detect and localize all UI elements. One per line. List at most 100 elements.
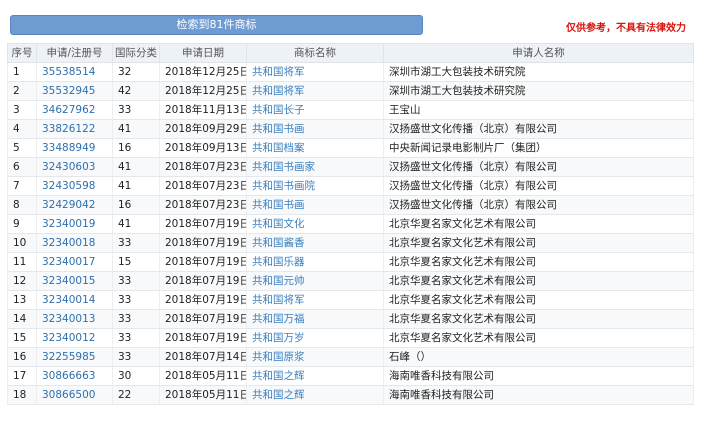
trademark-results-table: 序号 申请/注册号 国际分类 申请日期 商标名称 申请人名称 1 35538514… [7, 43, 694, 405]
table-row[interactable]: 12 32340015 33 2018年07月19日 共和国元帅 北京华夏名家文化艺术有限… [7, 271, 694, 291]
cell-trademark-name-link[interactable]: 共和国长子 [246, 100, 384, 120]
cell-class: 33 [112, 233, 160, 253]
cell-applicant: 北京华夏名家文化艺术有限公司 [383, 328, 694, 348]
cell-class: 16 [112, 195, 160, 215]
cell-date: 2018年07月23日 [159, 176, 247, 196]
cell-trademark-name-link[interactable]: 共和国将军 [246, 62, 384, 82]
column-header-applicant[interactable]: 申请人名称 [383, 43, 694, 63]
cell-registration-no-link[interactable]: 35532945 [36, 81, 113, 101]
cell-trademark-name-link[interactable]: 共和国酱香 [246, 233, 384, 253]
cell-date: 2018年07月23日 [159, 195, 247, 215]
cell-serial: 11 [7, 252, 37, 272]
cell-applicant: 北京华夏名家文化艺术有限公司 [383, 214, 694, 234]
cell-applicant: 北京华夏名家文化艺术有限公司 [383, 290, 694, 310]
cell-trademark-name-link[interactable]: 共和国原浆 [246, 347, 384, 367]
cell-date: 2018年07月19日 [159, 290, 247, 310]
column-header-class[interactable]: 国际分类 [112, 43, 160, 63]
table-row[interactable]: 5 33488949 16 2018年09月13日 共和国档案 中央新闻记录电影制片厂（集… [7, 138, 694, 158]
cell-serial: 17 [7, 366, 37, 386]
cell-trademark-name-link[interactable]: 共和国书画家 [246, 157, 384, 177]
table-row[interactable]: 2 35532945 42 2018年12月25日 共和国将军 深圳市湖工大包装技术研究院 [7, 81, 694, 101]
table-row[interactable]: 11 32340017 15 2018年07月19日 共和国乐器 北京华夏名家文化艺术有限… [7, 252, 694, 272]
cell-date: 2018年07月23日 [159, 157, 247, 177]
cell-registration-no-link[interactable]: 32340018 [36, 233, 113, 253]
cell-trademark-name-link[interactable]: 共和国书画院 [246, 176, 384, 196]
cell-applicant: 北京华夏名家文化艺术有限公司 [383, 252, 694, 272]
cell-date: 2018年12月25日 [159, 81, 247, 101]
cell-applicant: 深圳市湖工大包装技术研究院 [383, 81, 694, 101]
cell-registration-no-link[interactable]: 30866500 [36, 385, 113, 405]
cell-date: 2018年07月19日 [159, 309, 247, 329]
cell-class: 41 [112, 176, 160, 196]
cell-registration-no-link[interactable]: 30866663 [36, 366, 113, 386]
cell-trademark-name-link[interactable]: 共和国之辉 [246, 366, 384, 386]
cell-applicant: 中央新闻记录电影制片厂（集团） [383, 138, 694, 158]
cell-date: 2018年05月11日 [159, 366, 247, 386]
cell-date: 2018年07月19日 [159, 214, 247, 234]
cell-trademark-name-link[interactable]: 共和国乐器 [246, 252, 384, 272]
cell-registration-no-link[interactable]: 32340012 [36, 328, 113, 348]
table-row[interactable]: 14 32340013 33 2018年07月19日 共和国万福 北京华夏名家文化艺术有限… [7, 309, 694, 329]
search-result-count-button[interactable]: 检索到81件商标 [10, 15, 423, 35]
cell-trademark-name-link[interactable]: 共和国将军 [246, 81, 384, 101]
cell-trademark-name-link[interactable]: 共和国元帅 [246, 271, 384, 291]
cell-class: 15 [112, 252, 160, 272]
cell-date: 2018年09月13日 [159, 138, 247, 158]
cell-trademark-name-link[interactable]: 共和国书画 [246, 195, 384, 215]
column-header-serial[interactable]: 序号 [7, 43, 37, 63]
table-row[interactable]: 4 33826122 41 2018年09月29日 共和国书画 汉扬盛世文化传播（北京）有… [7, 119, 694, 139]
cell-trademark-name-link[interactable]: 共和国万岁 [246, 328, 384, 348]
cell-date: 2018年07月19日 [159, 252, 247, 272]
table-row[interactable]: 6 32430603 41 2018年07月23日 共和国书画家 汉扬盛世文化传播（北京）… [7, 157, 694, 177]
table-header-row: 序号 申请/注册号 国际分类 申请日期 商标名称 申请人名称 [7, 43, 694, 63]
cell-registration-no-link[interactable]: 32340017 [36, 252, 113, 272]
table-row[interactable]: 17 30866663 30 2018年05月11日 共和国之辉 海南唯香科技有限公司 [7, 366, 694, 386]
column-header-date[interactable]: 申请日期 [159, 43, 247, 63]
cell-registration-no-link[interactable]: 32340015 [36, 271, 113, 291]
cell-class: 33 [112, 290, 160, 310]
cell-class: 41 [112, 157, 160, 177]
table-row[interactable]: 13 32340014 33 2018年07月19日 共和国将军 北京华夏名家文化艺术有限… [7, 290, 694, 310]
cell-applicant: 石峰（） [383, 347, 694, 367]
cell-trademark-name-link[interactable]: 共和国书画 [246, 119, 384, 139]
cell-registration-no-link[interactable]: 32430603 [36, 157, 113, 177]
table-row[interactable]: 8 32429042 16 2018年07月23日 共和国书画 汉扬盛世文化传播（北京）有… [7, 195, 694, 215]
cell-registration-no-link[interactable]: 32255985 [36, 347, 113, 367]
cell-serial: 10 [7, 233, 37, 253]
cell-serial: 13 [7, 290, 37, 310]
cell-applicant: 海南唯香科技有限公司 [383, 366, 694, 386]
cell-serial: 8 [7, 195, 37, 215]
column-header-trademark-name[interactable]: 商标名称 [246, 43, 384, 63]
cell-class: 32 [112, 62, 160, 82]
cell-trademark-name-link[interactable]: 共和国将军 [246, 290, 384, 310]
cell-class: 33 [112, 309, 160, 329]
cell-registration-no-link[interactable]: 35538514 [36, 62, 113, 82]
cell-trademark-name-link[interactable]: 共和国万福 [246, 309, 384, 329]
cell-applicant: 汉扬盛世文化传播（北京）有限公司 [383, 119, 694, 139]
table-row[interactable]: 18 30866500 22 2018年05月11日 共和国之辉 海南唯香科技有限公司 [7, 385, 694, 405]
table-row[interactable]: 16 32255985 33 2018年07月14日 共和国原浆 石峰（） [7, 347, 694, 367]
cell-registration-no-link[interactable]: 32340013 [36, 309, 113, 329]
table-row[interactable]: 9 32340019 41 2018年07月19日 共和国文化 北京华夏名家文化艺术有限公… [7, 214, 694, 234]
cell-serial: 1 [7, 62, 37, 82]
table-row[interactable]: 3 34627962 33 2018年11月13日 共和国长子 王宝山 [7, 100, 694, 120]
table-row[interactable]: 10 32340018 33 2018年07月19日 共和国酱香 北京华夏名家文化艺术有限… [7, 233, 694, 253]
cell-registration-no-link[interactable]: 33826122 [36, 119, 113, 139]
table-row[interactable]: 15 32340012 33 2018年07月19日 共和国万岁 北京华夏名家文化艺术有限… [7, 328, 694, 348]
cell-trademark-name-link[interactable]: 共和国之辉 [246, 385, 384, 405]
cell-registration-no-link[interactable]: 33488949 [36, 138, 113, 158]
table-row[interactable]: 1 35538514 32 2018年12月25日 共和国将军 深圳市湖工大包装技术研究院 [7, 62, 694, 82]
cell-date: 2018年11月13日 [159, 100, 247, 120]
cell-trademark-name-link[interactable]: 共和国文化 [246, 214, 384, 234]
cell-registration-no-link[interactable]: 32340019 [36, 214, 113, 234]
column-header-registration-no[interactable]: 申请/注册号 [36, 43, 113, 63]
cell-applicant: 海南唯香科技有限公司 [383, 385, 694, 405]
table-row[interactable]: 7 32430598 41 2018年07月23日 共和国书画院 汉扬盛世文化传播（北京）… [7, 176, 694, 196]
cell-trademark-name-link[interactable]: 共和国档案 [246, 138, 384, 158]
cell-registration-no-link[interactable]: 34627962 [36, 100, 113, 120]
cell-date: 2018年09月29日 [159, 119, 247, 139]
cell-serial: 3 [7, 100, 37, 120]
cell-registration-no-link[interactable]: 32340014 [36, 290, 113, 310]
cell-registration-no-link[interactable]: 32429042 [36, 195, 113, 215]
cell-registration-no-link[interactable]: 32430598 [36, 176, 113, 196]
